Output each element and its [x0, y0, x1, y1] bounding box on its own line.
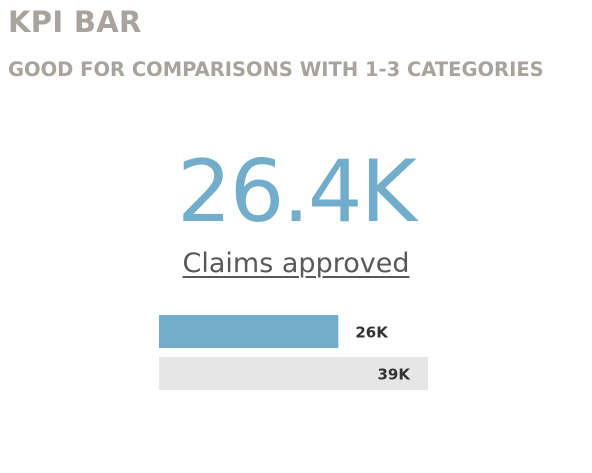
target-bar-value-label: 39K: [378, 366, 412, 384]
actual-bar-value-label: 26K: [355, 324, 389, 342]
actual-bar[interactable]: [159, 315, 339, 348]
kpi-bar-chart: 26K 39K: [159, 315, 428, 390]
